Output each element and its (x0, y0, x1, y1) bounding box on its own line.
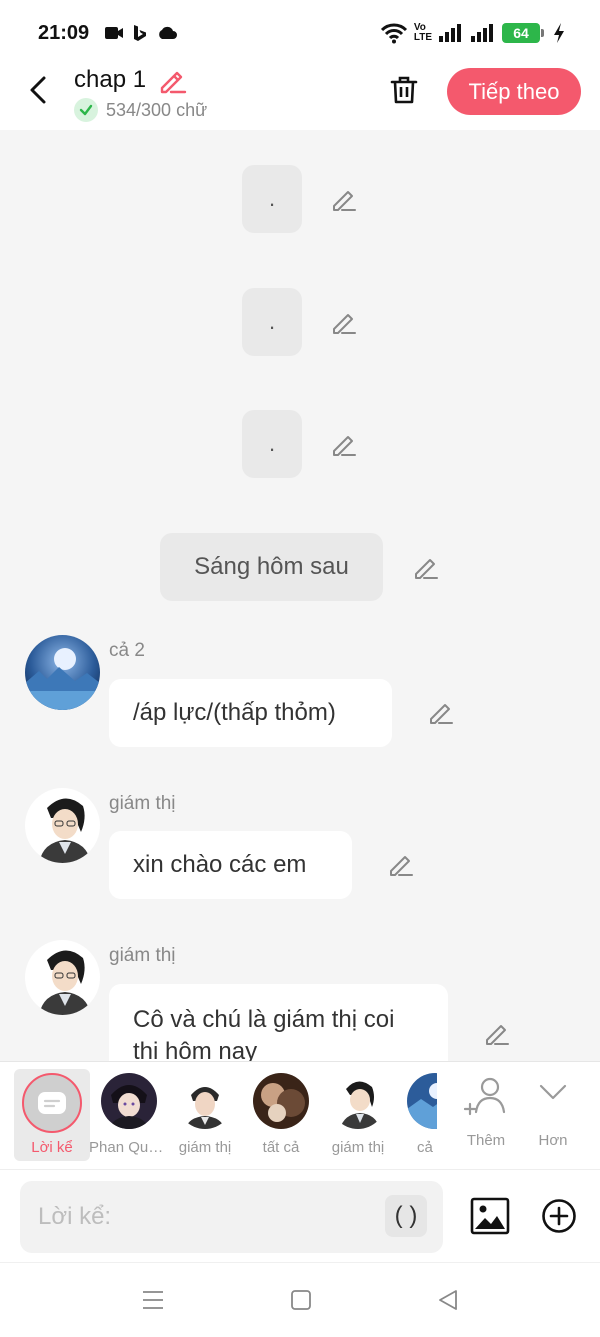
add-button[interactable] (541, 1198, 577, 1239)
character-avatar (101, 1073, 157, 1129)
plus-circle-icon (542, 1199, 576, 1233)
signal-icon-2 (471, 24, 493, 42)
character-avatar (177, 1073, 233, 1129)
next-button[interactable]: Tiếp theo (447, 68, 581, 115)
back-triangle-icon (439, 1290, 457, 1310)
narration-bubble[interactable]: . (242, 165, 302, 233)
narration-bubble[interactable]: Sáng hôm sau (160, 533, 383, 601)
character-name: cả (417, 1139, 433, 1156)
edit-pencil-icon[interactable] (412, 554, 440, 582)
speaker-name: cả 2 (109, 640, 145, 661)
chapter-title: chap 1 (74, 66, 147, 93)
character-item[interactable]: Phan Quố... (89, 1073, 169, 1163)
character-item[interactable]: giám thị (165, 1073, 245, 1163)
add-user-icon (463, 1077, 506, 1116)
message-input[interactable] (20, 1181, 443, 1253)
charging-icon (554, 23, 564, 43)
edit-pencil-icon[interactable] (330, 186, 358, 214)
more-button[interactable]: Hơn (523, 1076, 583, 1156)
edit-title-button[interactable] (158, 66, 188, 101)
character-name: giám thị (178, 1139, 232, 1156)
character-name: Phan Quố... (89, 1139, 169, 1156)
chat-bubble-icon (38, 1092, 66, 1114)
add-character-button[interactable]: Thêm (456, 1076, 516, 1156)
narrator-label: Lời kể (31, 1139, 73, 1156)
message-bubble[interactable]: Cô và chú là giám thị coi thi hôm nay (109, 984, 448, 1061)
narrator-tab[interactable]: Lời kể (14, 1069, 90, 1161)
edit-pencil-icon[interactable] (330, 309, 358, 337)
home-button[interactable] (290, 1289, 312, 1316)
notification-icons (104, 24, 178, 42)
system-status-icons: Vo LTE 64 (380, 22, 566, 44)
message-bubble[interactable]: /áp lực/(thấp thỏm) (109, 679, 392, 747)
trash-icon (390, 76, 418, 104)
more-label: Hơn (538, 1132, 568, 1149)
image-icon (470, 1197, 510, 1235)
wifi-icon (380, 23, 407, 44)
edit-pencil-icon[interactable] (483, 1020, 511, 1048)
speaker-name: giám thị (109, 793, 176, 814)
character-item[interactable]: giám thị (318, 1073, 398, 1163)
character-item[interactable]: cả (395, 1073, 437, 1163)
header: chap 1 534/300 chữ Tiếp theo (0, 62, 600, 130)
add-character-label: Thêm (466, 1132, 506, 1149)
chat-area[interactable]: . . . Sáng hôm sau cả 2 /áp lực/(thấp th… (0, 130, 600, 1061)
speaker-name: giám thị (109, 945, 176, 966)
menu-icon (143, 1291, 163, 1309)
character-name: tất cả (262, 1139, 300, 1156)
pencil-icon (160, 71, 187, 94)
home-square-icon (291, 1290, 311, 1310)
word-count-text: 534/300 chữ (106, 99, 208, 120)
narration-bubble[interactable]: . (242, 288, 302, 356)
bing-icon (134, 25, 146, 41)
character-avatar (330, 1073, 386, 1129)
chevron-left-icon (30, 76, 46, 104)
back-button[interactable] (22, 74, 54, 106)
character-avatar (407, 1073, 437, 1129)
chevron-down-icon (539, 1084, 567, 1100)
image-button[interactable] (470, 1197, 510, 1240)
message-bubble[interactable]: xin chào các em (109, 831, 352, 899)
character-item[interactable]: tất cả (241, 1073, 321, 1163)
word-count: 534/300 chữ (74, 98, 207, 122)
character-name: giám thị (331, 1139, 385, 1156)
parentheses-button[interactable]: ( ) (385, 1195, 427, 1237)
input-bar: ( ) (0, 1169, 600, 1261)
battery-indicator: 64 (502, 23, 544, 43)
narrator-avatar (22, 1073, 82, 1133)
delete-button[interactable] (388, 74, 420, 111)
battery-level: 64 (513, 25, 529, 41)
cloud-icon (159, 26, 177, 39)
video-call-icon (105, 27, 123, 39)
volte-bottom-text: LTE (413, 32, 432, 43)
character-avatar (253, 1073, 309, 1129)
recent-apps-button[interactable] (141, 1289, 165, 1316)
system-back-button[interactable] (437, 1289, 459, 1316)
avatar[interactable] (25, 788, 100, 863)
check-icon (74, 98, 98, 122)
avatar[interactable] (25, 635, 100, 710)
status-time: 21:09 (38, 22, 90, 44)
narration-bubble[interactable]: . (242, 410, 302, 478)
volte-indicator: Vo LTE (414, 23, 432, 43)
navigation-bar (0, 1262, 600, 1337)
avatar[interactable] (25, 940, 100, 1015)
edit-pencil-icon[interactable] (387, 851, 415, 879)
edit-pencil-icon[interactable] (427, 699, 455, 727)
signal-icon (439, 24, 461, 42)
character-bar: Lời kể Phan Quố... giám thị tất cả giám … (0, 1061, 600, 1169)
edit-pencil-icon[interactable] (330, 431, 358, 459)
status-bar: 21:09 Vo LTE 64 (0, 0, 600, 62)
